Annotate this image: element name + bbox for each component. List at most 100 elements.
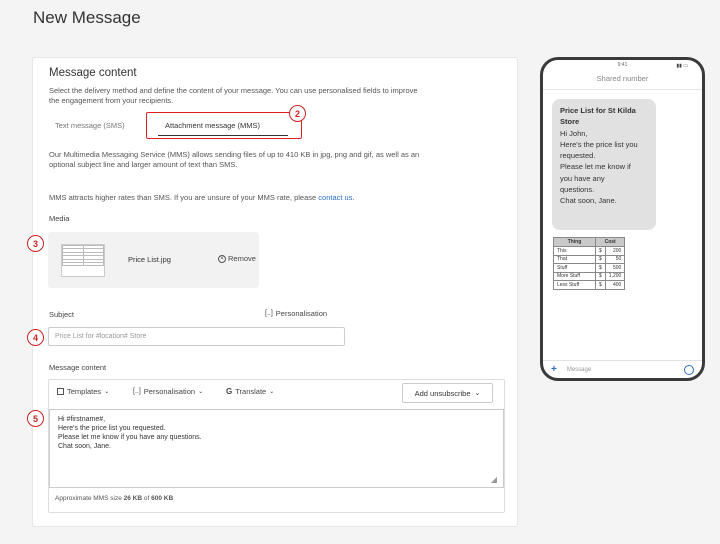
rates-note: MMS attracts higher rates than SMS. If y… xyxy=(49,193,519,203)
chevron-down-icon: ⌄ xyxy=(269,389,275,395)
templates-label: Templates xyxy=(67,387,102,396)
google-icon: G xyxy=(226,387,233,396)
size-prefix: Approximate MMS size xyxy=(55,495,122,502)
status-icons: ▮▮ ▭ xyxy=(676,63,688,69)
message-textarea[interactable]: Hi #firstname#, Here's the price list yo… xyxy=(49,409,504,488)
mms-info-line-2: optional subject line and larger amount … xyxy=(49,160,238,169)
media-label: Media xyxy=(49,214,70,223)
message-line: Chat soon, Jane. xyxy=(58,443,111,450)
table-cell: Stuff xyxy=(553,263,596,273)
add-unsubscribe-dropdown[interactable]: Add unsubscribe ⌄ xyxy=(402,383,493,403)
thumbnail-table xyxy=(62,245,104,267)
mms-size-info: Approximate MMS size 26 KB of 600 KB xyxy=(55,495,173,502)
plus-icon[interactable]: + xyxy=(551,364,557,375)
subject-personalisation-button[interactable]: [..] Personalisation xyxy=(265,309,327,318)
table-row: This $ 200 xyxy=(553,246,626,256)
subject-personalisation-label: Personalisation xyxy=(275,309,328,318)
table-row: Less Stuff $ 400 xyxy=(553,280,626,290)
bubble-line: Please let me know if xyxy=(560,162,631,172)
table-cell: $ xyxy=(595,271,606,281)
mms-info-line-1: Our Multimedia Messaging Service (MMS) a… xyxy=(49,150,420,159)
attachment-thumbnail xyxy=(61,244,105,277)
table-cell: This xyxy=(553,246,596,256)
add-unsubscribe-label: Add unsubscribe xyxy=(414,388,471,398)
rates-end: . xyxy=(352,193,355,202)
section-title: Message content xyxy=(49,67,137,79)
remove-circle-icon: × xyxy=(218,254,226,263)
message-editor: Templates ⌄ [..] Personalisation ⌄ G Tra… xyxy=(48,379,505,513)
tab-mms-underline xyxy=(158,135,288,136)
description-line-1: Select the delivery method and define th… xyxy=(49,86,418,95)
table-cell: That xyxy=(553,254,596,264)
phone-preview: 9:41 ▮▮ ▭ Shared number Price List for S… xyxy=(540,57,705,381)
send-icon[interactable] xyxy=(684,364,694,375)
annotation-badge-4: 4 xyxy=(27,329,44,346)
message-line: Please let me know if you have any quest… xyxy=(58,434,202,441)
table-row: That $ 50 xyxy=(553,254,626,264)
bubble-line: requested. xyxy=(560,151,596,161)
contact-us-link[interactable]: contact us xyxy=(318,193,352,202)
bubble-line: you have any xyxy=(560,173,605,183)
message-bubble: Price List for St Kilda Store Hi John, H… xyxy=(552,99,656,230)
chevron-down-icon: ⌄ xyxy=(474,390,481,397)
resize-handle-icon[interactable]: ◢ xyxy=(491,475,497,484)
section-description: Select the delivery method and define th… xyxy=(49,86,519,106)
table-cell: 400 xyxy=(604,280,626,290)
brackets-icon: [..] xyxy=(265,310,273,317)
chevron-down-icon: ⌄ xyxy=(198,389,204,395)
message-personalisation-button[interactable]: [..] Personalisation ⌄ xyxy=(133,387,203,396)
phone-header: Shared number xyxy=(596,74,649,83)
phone-header-divider xyxy=(543,89,702,90)
remove-button[interactable]: × Remove xyxy=(218,254,256,263)
message-content-label: Message content xyxy=(49,363,107,372)
bubble-line: Here's the price list you xyxy=(560,139,638,149)
message-content-card: Message content Select the delivery meth… xyxy=(27,57,519,527)
brackets-icon: [..] xyxy=(133,388,141,395)
rates-text: MMS attracts higher rates than SMS. If y… xyxy=(49,193,317,202)
size-value: 26 KB xyxy=(123,495,143,502)
mms-image-table: Thing Cost This $ 200 That $ 50 Stuff $ … xyxy=(553,237,626,290)
message-personalisation-label: Personalisation xyxy=(143,387,196,396)
bubble-line: questions. xyxy=(560,185,595,195)
subject-input[interactable]: Price List for #location# Store xyxy=(48,327,345,346)
annotation-badge-3: 3 xyxy=(27,235,44,252)
description-line-2: the engagement from your recipients. xyxy=(49,96,174,105)
mms-info: Our Multimedia Messaging Service (MMS) a… xyxy=(49,150,519,170)
table-cell: 50 xyxy=(604,254,626,264)
tab-sms[interactable]: Text message (SMS) xyxy=(55,121,125,130)
table-cell: $ xyxy=(595,254,606,264)
annotation-badge-2: 2 xyxy=(289,105,306,122)
annotation-badge-5: 5 xyxy=(27,410,44,427)
message-line: Hi #firstname#, xyxy=(58,416,106,423)
attachment-file-name: Price List.jpg xyxy=(128,255,171,264)
tab-mms[interactable]: Attachment message (MMS) xyxy=(165,121,260,130)
media-attachment: Price List.jpg × Remove xyxy=(48,232,259,288)
table-header: Cost xyxy=(594,237,626,247)
battery-icon: ▭ xyxy=(683,63,688,69)
table-cell: 1,200 xyxy=(604,271,626,281)
bubble-title-2: Store xyxy=(560,117,580,127)
table-cell: $ xyxy=(595,263,606,273)
table-row: More Stuff $ 1,200 xyxy=(553,271,626,281)
size-max: 600 KB xyxy=(151,495,174,502)
translate-label: Translate xyxy=(235,387,267,396)
bubble-line: Hi John, xyxy=(560,128,588,138)
table-cell: 500 xyxy=(604,263,626,273)
table-row: Stuff $ 500 xyxy=(553,263,626,273)
subject-label: Subject xyxy=(49,310,75,319)
table-cell: $ xyxy=(595,280,606,290)
message-placeholder[interactable]: Message xyxy=(567,367,591,373)
templates-button[interactable]: Templates ⌄ xyxy=(57,387,109,396)
message-line: Here's the price list you requested. xyxy=(58,425,166,432)
table-cell: More Stuff xyxy=(553,271,596,281)
bubble-line: Chat soon, Jane. xyxy=(560,196,617,206)
table-cell: $ xyxy=(595,246,606,256)
phone-compose-bar: + Message xyxy=(543,360,702,378)
chevron-down-icon: ⌄ xyxy=(104,389,110,395)
signal-icon: ▮▮ xyxy=(676,63,682,69)
table-header: Thing xyxy=(553,237,596,247)
size-of: of xyxy=(143,495,150,502)
table-cell: Less Stuff xyxy=(553,280,596,290)
translate-button[interactable]: G Translate ⌄ xyxy=(226,387,274,396)
bubble-title-1: Price List for St Kilda xyxy=(560,106,636,115)
